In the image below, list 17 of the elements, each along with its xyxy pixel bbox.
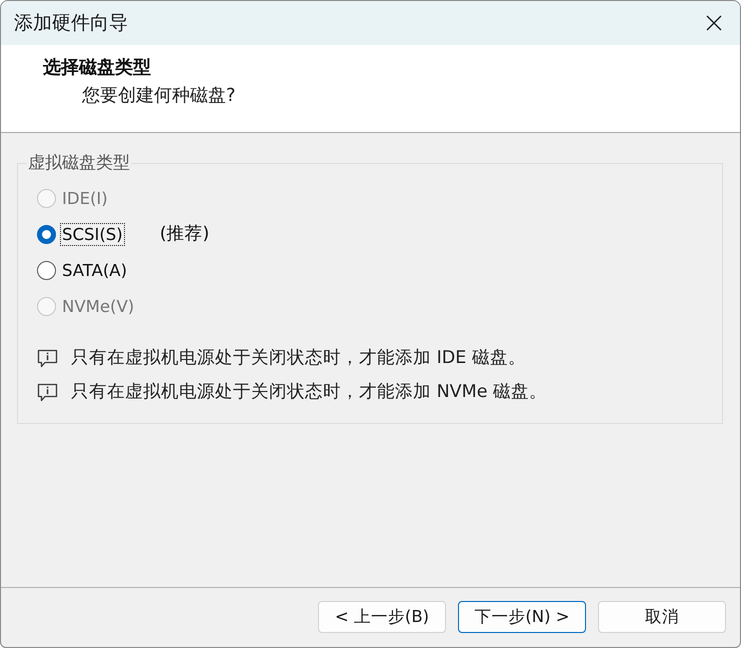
dialog-button[interactable]: 下一步(N) > xyxy=(458,601,586,633)
dialog-button[interactable]: 取消 xyxy=(598,601,726,633)
radio-button[interactable] xyxy=(37,260,56,280)
page-heading: 选择磁盘类型 xyxy=(43,57,151,79)
close-icon xyxy=(706,15,722,31)
info-bubble-icon xyxy=(37,348,58,368)
info-message: 只有在虚拟机电源处于关闭状态时，才能添加 NVMe 磁盘。 xyxy=(71,381,548,403)
radio-label[interactable]: SATA(A) xyxy=(61,260,128,280)
page-subtitle: 您要创建何种磁盘? xyxy=(82,85,236,107)
dialog-button[interactable]: < 上一步(B) xyxy=(318,601,446,633)
group-legend: 虚拟磁盘类型 xyxy=(27,153,131,173)
recommended-note: (推荐) xyxy=(160,224,210,244)
window-title: 添加硬件向导 xyxy=(14,11,128,35)
radio-label[interactable]: SCSI(S) xyxy=(61,224,124,244)
info-message: 只有在虚拟机电源处于关闭状态时，才能添加 IDE 磁盘。 xyxy=(71,347,526,369)
radio-button[interactable] xyxy=(37,224,56,244)
info-bubble-icon xyxy=(37,382,58,402)
